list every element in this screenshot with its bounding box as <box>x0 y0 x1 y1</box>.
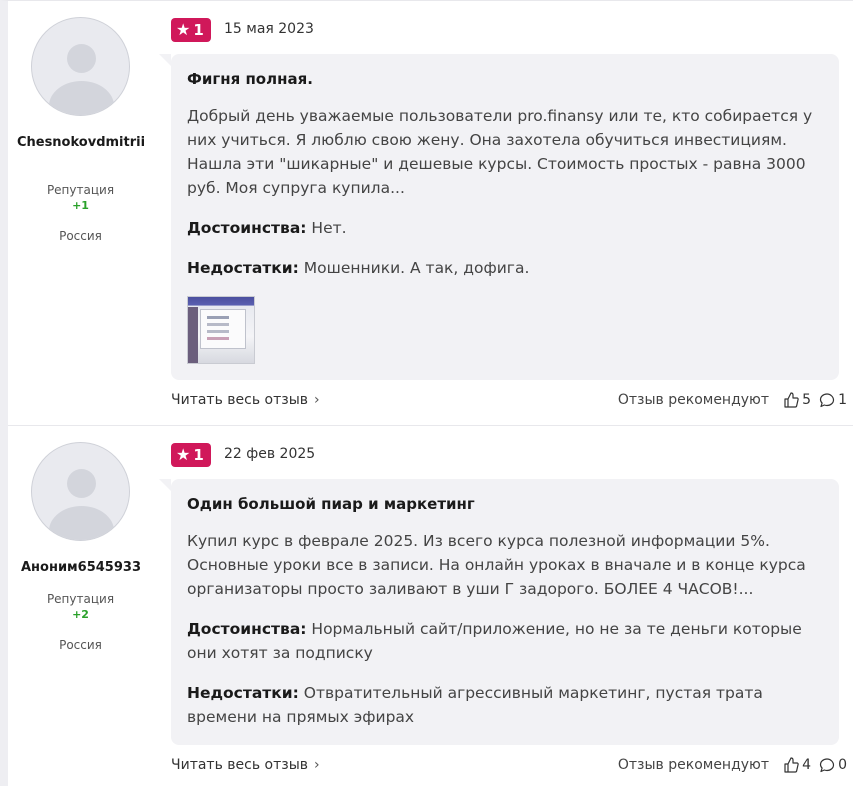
rating-badge: ★ 1 <box>171 18 211 42</box>
comment-icon <box>819 758 835 773</box>
review-text: Купил курс в феврале 2025. Из всего курс… <box>187 532 806 598</box>
review-cons: Недостатки: Отвратительный агрессивный м… <box>187 681 823 729</box>
rating-value: 1 <box>193 21 204 39</box>
reviews-page: Chesnokovdmitrii Репутация +1 Россия ★ 1… <box>0 0 853 786</box>
author-country: Россия <box>59 638 102 652</box>
comments-button[interactable]: 0 <box>819 757 847 773</box>
avatar[interactable] <box>31 442 130 541</box>
review-body: Фигня полная. Добрый день уважаемые поль… <box>159 54 839 380</box>
reputation-value: +1 <box>72 199 89 212</box>
rating-badge: ★ 1 <box>171 443 211 467</box>
rating-value: 1 <box>193 446 204 464</box>
star-icon: ★ <box>176 445 191 464</box>
review-body: Один большой пиар и маркетинг Купил курс… <box>159 479 839 745</box>
recommend-label: Отзыв рекомендуют <box>617 757 769 773</box>
review-pros: Достоинства: Нормальный сайт/приложение,… <box>187 617 823 665</box>
like-button[interactable]: 4 <box>783 757 811 773</box>
read-more-label: Читать весь отзыв <box>171 392 309 408</box>
chevron-right-icon: › <box>314 757 320 773</box>
likes-count: 4 <box>802 757 811 773</box>
review-title[interactable]: Один большой пиар и маркетинг <box>187 493 823 515</box>
review-footer: Читать весь отзыв › Отзыв рекомендуют 5 … <box>171 392 847 414</box>
review-title[interactable]: Фигня полная. <box>187 68 823 90</box>
reputation-value: +2 <box>72 608 89 621</box>
reputation-label: Репутация <box>46 592 115 606</box>
author-name[interactable]: Аноним6545933 <box>16 560 146 576</box>
review-date: 22 фев 2025 <box>224 446 316 462</box>
read-full-review-link[interactable]: Читать весь отзыв › <box>171 392 320 408</box>
pros-label: Достоинства: <box>187 219 307 237</box>
chevron-right-icon: › <box>314 392 320 408</box>
review-cons: Недостатки: Мошенники. А так, дофига. <box>187 256 823 280</box>
review-text: Добрый день уважаемые пользователи pro.f… <box>187 107 813 197</box>
avatar[interactable] <box>31 17 130 116</box>
review-footer: Читать весь отзыв › Отзыв рекомендуют 4 … <box>171 757 847 779</box>
comments-count: 0 <box>838 757 847 773</box>
comment-icon <box>819 393 835 408</box>
pros-label: Достоинства: <box>187 620 307 638</box>
cons-label: Недостатки: <box>187 259 299 277</box>
read-more-label: Читать весь отзыв <box>171 757 309 773</box>
comments-button[interactable]: 1 <box>819 392 847 408</box>
review-card: Аноним6545933 Репутация +2 Россия ★ 1 22… <box>8 426 853 786</box>
cons-label: Недостатки: <box>187 684 299 702</box>
comments-count: 1 <box>838 392 847 408</box>
thumbs-up-icon <box>784 757 799 773</box>
read-full-review-link[interactable]: Читать весь отзыв › <box>171 757 320 773</box>
reputation-label: Репутация <box>46 183 115 197</box>
review-date: 15 мая 2023 <box>224 21 314 37</box>
star-icon: ★ <box>176 20 191 39</box>
thumbs-up-icon <box>784 392 799 408</box>
review-pros: Достоинства: Нет. <box>187 216 823 240</box>
pros-text: Нет. <box>311 219 347 237</box>
review-photo-thumbnail[interactable] <box>187 296 255 364</box>
author-name[interactable]: Chesnokovdmitrii <box>16 135 146 151</box>
likes-count: 5 <box>802 392 811 408</box>
like-button[interactable]: 5 <box>783 392 811 408</box>
author-country: Россия <box>59 229 102 243</box>
review-card: Chesnokovdmitrii Репутация +1 Россия ★ 1… <box>8 1 853 426</box>
recommend-label: Отзыв рекомендуют <box>617 392 769 408</box>
cons-text: Мошенники. А так, дофига. <box>303 259 530 277</box>
